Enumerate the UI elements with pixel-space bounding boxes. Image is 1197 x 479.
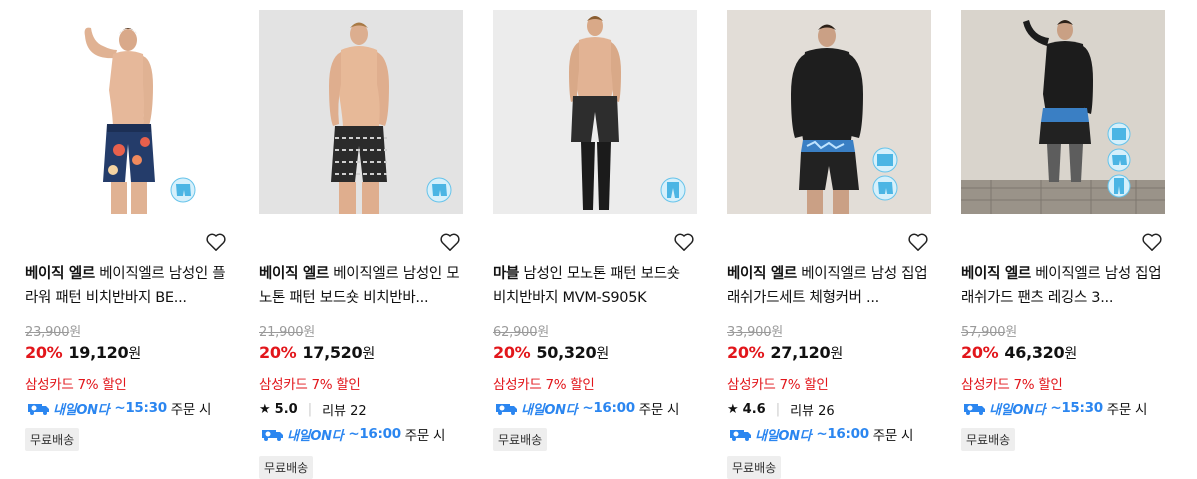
wishlist-heart-icon[interactable] [439, 232, 461, 252]
product-image[interactable] [493, 10, 697, 214]
free-shipping-badge: 무료배송 [25, 428, 80, 451]
delivery-truck-icon [964, 404, 985, 415]
product-photo [727, 10, 931, 214]
wishlist-heart-icon[interactable] [1141, 232, 1163, 252]
brand-name: 베이직 엘르 [727, 266, 797, 282]
rating-row: ★ 5.0 | 리뷰 22 [259, 402, 367, 419]
product-image[interactable] [259, 10, 463, 214]
brand-name: 베이직 엘르 [259, 266, 329, 282]
delivery-info: 내일ON다 ~15:30 주문 시 [25, 398, 211, 418]
product-title[interactable]: 베이직 엘르 베이직엘르 남성 집업래쉬가드 팬츠 레깅스 3... [961, 262, 1165, 310]
original-price: 57,900원 [961, 325, 1018, 340]
product-photo [259, 10, 463, 214]
product-card[interactable]: 베이직 엘르 베이직엘르 남성인 모노톤 패턴 보드숏 비치반바... 21,9… [259, 10, 463, 479]
delivery-badge: 내일ON다 [727, 425, 812, 444]
brand-name: 베이직 엘르 [961, 266, 1031, 282]
discount-rate: 20% [259, 343, 297, 362]
original-price: 21,900원 [259, 325, 316, 340]
discount-rate: 20% [493, 343, 531, 362]
review-count: 리뷰 22 [322, 404, 367, 419]
free-shipping-badge: 무료배송 [493, 428, 548, 451]
product-name: 남성인 모노톤 패턴 보드숏 비치반바지 MVM-S905K [493, 266, 680, 306]
brand-name: 마블 [493, 266, 520, 282]
card-discount-text: 삼성카드 7% 할인 [493, 377, 595, 393]
sale-price: 20% 27,120원 [727, 343, 843, 362]
rating-row: ★ 4.6 | 리뷰 26 [727, 402, 835, 419]
delivery-info: 내일ON다 ~16:00 주문 시 [259, 424, 445, 444]
star-icon: ★ [259, 402, 271, 417]
sale-price: 20% 46,320원 [961, 343, 1077, 362]
product-image[interactable] [961, 10, 1165, 214]
brand-name: 베이직 엘르 [25, 266, 95, 282]
product-title[interactable]: 베이직 엘르 베이직엘르 남성 집업래쉬가드세트 체형커버 ... [727, 262, 931, 310]
wishlist-heart-icon[interactable] [205, 232, 227, 252]
review-count: 리뷰 26 [790, 404, 835, 419]
delivery-badge: 내일ON다 [259, 425, 344, 444]
delivery-truck-icon [28, 404, 49, 415]
delivery-badge: 내일ON다 [25, 399, 110, 418]
delivery-info: 내일ON다 ~16:00 주문 시 [493, 398, 679, 418]
product-title[interactable]: 베이직 엘르 베이직엘르 남성인 플라워 패턴 비치반바지 BE... [25, 262, 229, 310]
product-photo [961, 10, 1165, 214]
wishlist-heart-icon[interactable] [907, 232, 929, 252]
original-price: 33,900원 [727, 325, 784, 340]
product-card[interactable]: 베이직 엘르 베이직엘르 남성인 플라워 패턴 비치반바지 BE... 23,9… [25, 10, 229, 451]
sale-price: 20% 17,520원 [259, 343, 375, 362]
sale-price: 20% 19,120원 [25, 343, 141, 362]
product-card[interactable]: 베이직 엘르 베이직엘르 남성 집업래쉬가드세트 체형커버 ... 33,900… [727, 10, 931, 479]
star-icon: ★ [727, 402, 739, 417]
rating-score: 4.6 [742, 402, 766, 417]
card-discount-text: 삼성카드 7% 할인 [25, 377, 127, 393]
product-title[interactable]: 베이직 엘르 베이직엘르 남성인 모노톤 패턴 보드숏 비치반바... [259, 262, 463, 310]
delivery-badge: 내일ON다 [961, 399, 1046, 418]
sale-price: 20% 50,320원 [493, 343, 609, 362]
product-title[interactable]: 마블 남성인 모노톤 패턴 보드숏 비치반바지 MVM-S905K [493, 262, 697, 310]
delivery-truck-icon [262, 430, 283, 441]
product-card[interactable]: 마블 남성인 모노톤 패턴 보드숏 비치반바지 MVM-S905K 62,900… [493, 10, 697, 451]
product-grid: 베이직 엘르 베이직엘르 남성인 플라워 패턴 비치반바지 BE... 23,9… [0, 0, 1197, 479]
delivery-info: 내일ON다 ~15:30 주문 시 [961, 398, 1147, 418]
discount-rate: 20% [25, 343, 63, 362]
card-discount-text: 삼성카드 7% 할인 [961, 377, 1063, 393]
delivery-badge: 내일ON다 [493, 399, 578, 418]
product-photo [25, 10, 229, 214]
delivery-truck-icon [730, 430, 751, 441]
discount-rate: 20% [961, 343, 999, 362]
product-image[interactable] [727, 10, 931, 214]
delivery-info: 내일ON다 ~16:00 주문 시 [727, 424, 913, 444]
product-photo [493, 10, 697, 214]
free-shipping-badge: 무료배송 [961, 428, 1016, 451]
rating-score: 5.0 [274, 402, 298, 417]
delivery-truck-icon [496, 404, 517, 415]
card-discount-text: 삼성카드 7% 할인 [259, 377, 361, 393]
product-card[interactable]: 베이직 엘르 베이직엘르 남성 집업래쉬가드 팬츠 레깅스 3... 57,90… [961, 10, 1165, 451]
original-price: 62,900원 [493, 325, 550, 340]
original-price: 23,900원 [25, 325, 82, 340]
wishlist-heart-icon[interactable] [673, 232, 695, 252]
card-discount-text: 삼성카드 7% 할인 [727, 377, 829, 393]
product-image[interactable] [25, 10, 229, 214]
discount-rate: 20% [727, 343, 765, 362]
